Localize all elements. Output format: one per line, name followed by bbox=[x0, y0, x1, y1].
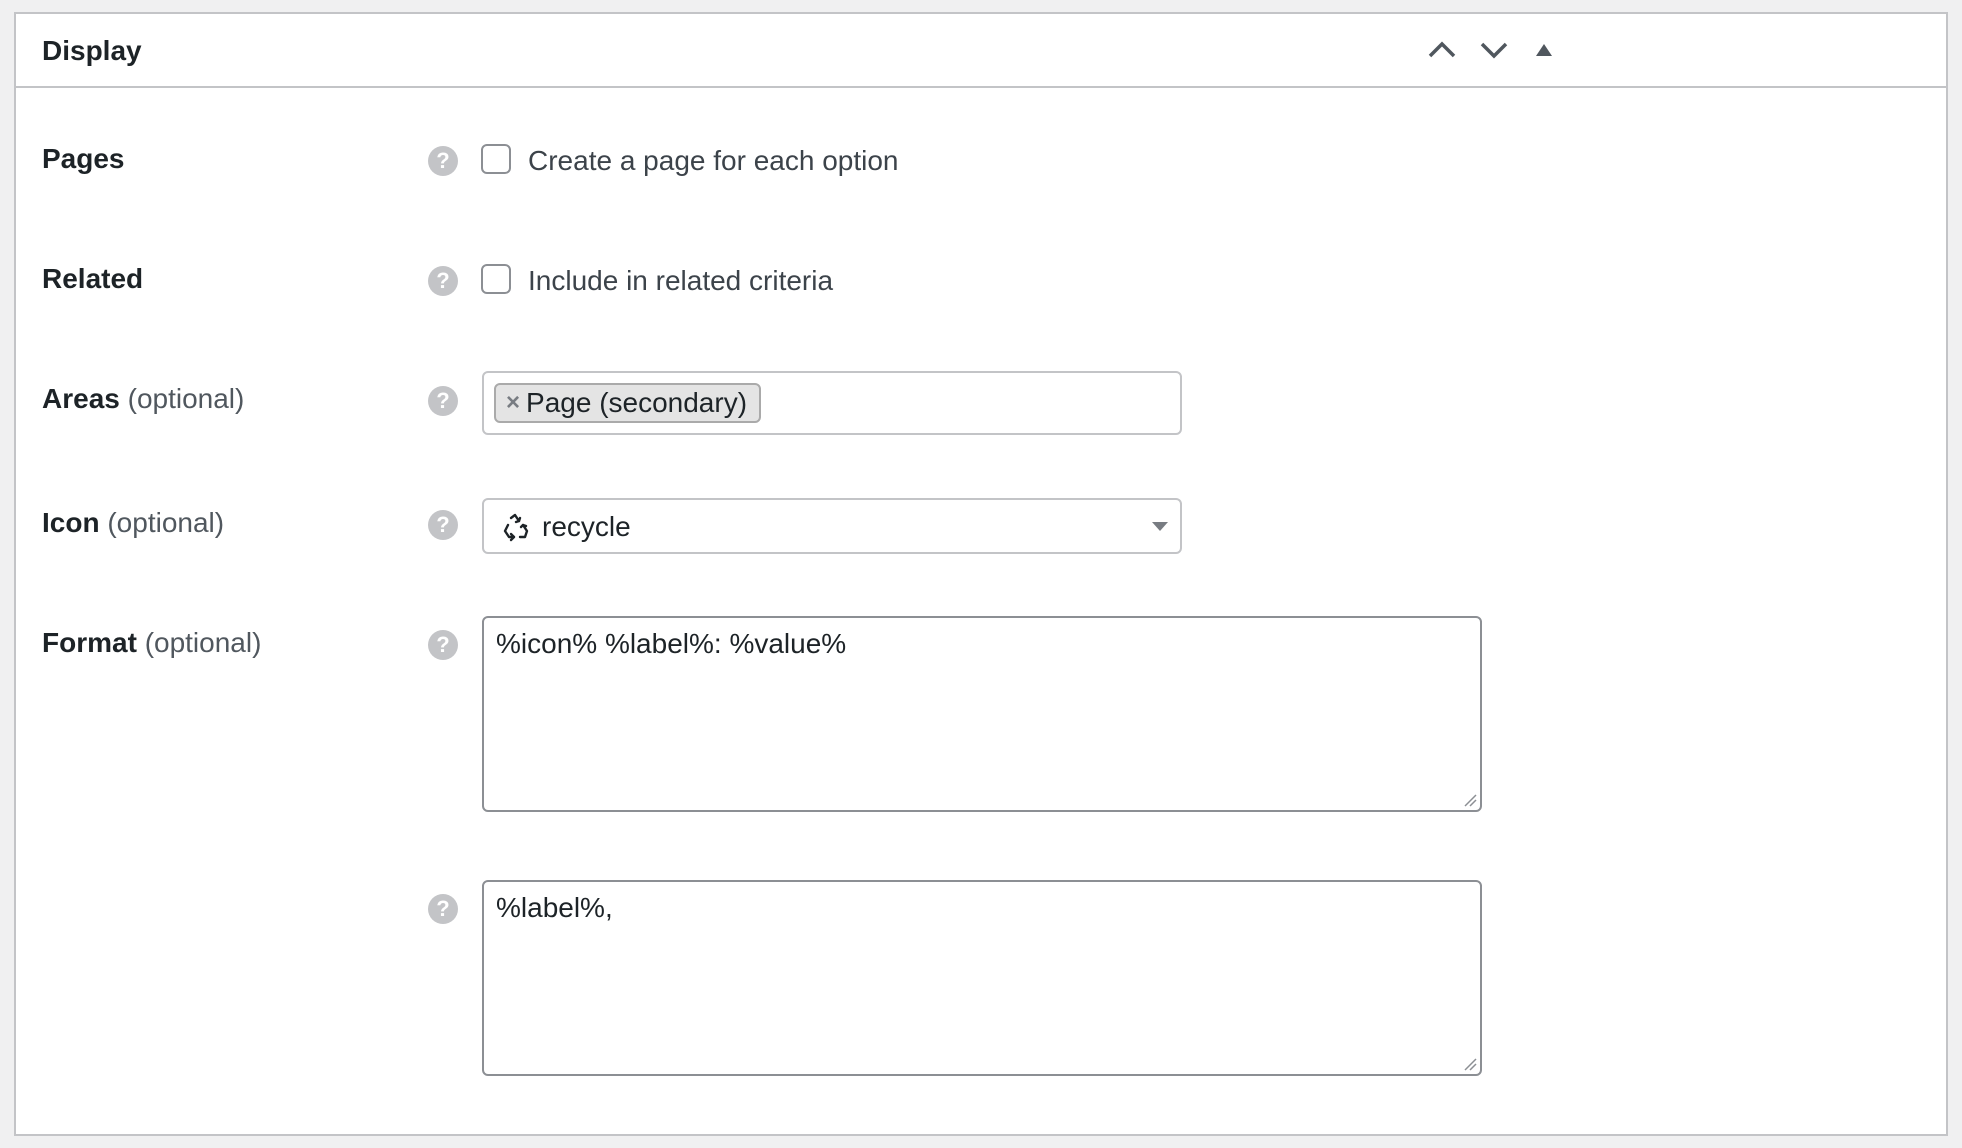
format-secondary-textarea-value: %label%, bbox=[496, 892, 613, 923]
area-chip-label: Page (secondary) bbox=[526, 387, 748, 418]
chevron-down-icon bbox=[1152, 522, 1168, 531]
areas-label: Areas (optional) bbox=[42, 383, 245, 414]
icon-help-icon[interactable]: ? bbox=[428, 510, 458, 540]
related-checkbox[interactable] bbox=[481, 264, 511, 294]
related-help-icon[interactable]: ? bbox=[428, 266, 458, 296]
areas-help-icon[interactable]: ? bbox=[428, 386, 458, 416]
areas-multiselect[interactable]: × Page (secondary) bbox=[482, 371, 1182, 435]
format-secondary-help-icon[interactable]: ? bbox=[428, 894, 458, 924]
pages-checkbox-label[interactable]: Create a page for each option bbox=[528, 144, 898, 178]
resize-handle-icon[interactable] bbox=[1463, 1057, 1477, 1071]
recycle-icon bbox=[503, 513, 529, 542]
triangle-up-icon bbox=[1536, 44, 1552, 56]
pages-label: Pages bbox=[42, 143, 125, 174]
move-down-button[interactable] bbox=[1472, 28, 1516, 72]
display-panel: Display Pages ? Create a page for each o… bbox=[14, 12, 1948, 1136]
area-chip: × Page (secondary) bbox=[494, 383, 762, 423]
panel-title: Display bbox=[42, 35, 142, 66]
panel-header: Display bbox=[16, 14, 1946, 88]
related-label: Related bbox=[42, 263, 144, 294]
chevron-down-icon bbox=[1480, 42, 1508, 59]
format-textarea[interactable]: %icon% %label%: %value% bbox=[482, 616, 1482, 812]
format-textarea-value: %icon% %label%: %value% bbox=[496, 628, 847, 659]
format-help-icon[interactable]: ? bbox=[428, 630, 458, 660]
related-checkbox-label[interactable]: Include in related criteria bbox=[528, 264, 833, 298]
resize-handle-icon[interactable] bbox=[1463, 793, 1477, 807]
format-label: Format (optional) bbox=[42, 627, 262, 658]
chevron-up-icon bbox=[1428, 41, 1456, 58]
toggle-panel-button[interactable] bbox=[1522, 28, 1566, 72]
move-up-button[interactable] bbox=[1420, 28, 1464, 72]
remove-chip-icon[interactable]: × bbox=[506, 391, 520, 415]
pages-help-icon[interactable]: ? bbox=[428, 146, 458, 176]
format-secondary-textarea[interactable]: %label%, bbox=[482, 880, 1482, 1076]
icon-select[interactable]: recycle bbox=[482, 498, 1182, 554]
icon-label: Icon (optional) bbox=[42, 507, 225, 538]
pages-checkbox[interactable] bbox=[481, 144, 511, 174]
icon-select-value: recycle bbox=[542, 511, 631, 542]
